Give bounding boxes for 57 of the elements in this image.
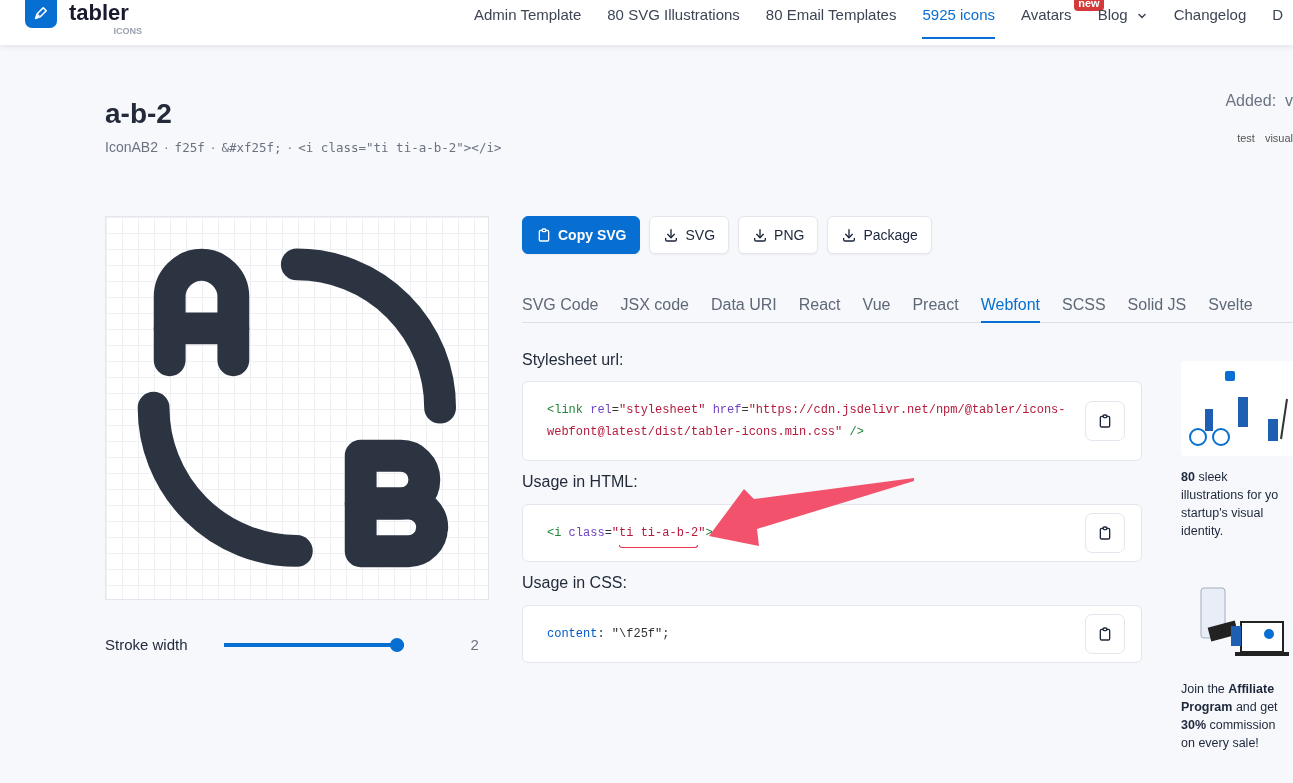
code-format-tab[interactable]: Preact — [912, 296, 959, 323]
clipboard-icon — [536, 227, 552, 243]
logo-text[interactable]: tabler — [69, 0, 129, 26]
action-button[interactable]: Package — [827, 216, 932, 254]
code-snippet: <link rel="stylesheet" href="https://cdn.jsdelivr.net/npm/@tabler/icons-webfont@latest/dist/tabler-icons.min.css" /> — [547, 402, 1067, 441]
action-button[interactable]: PNG — [738, 216, 819, 254]
code-format-tab[interactable]: Webfont — [980, 296, 1040, 323]
stroke-width-label: Stroke width — [105, 636, 188, 653]
code-format-tab[interactable]: Vue — [862, 296, 891, 323]
separator-dot: · — [163, 139, 169, 155]
icon-title: a-b-2 — [105, 97, 173, 131]
stroke-width-value: 2 — [470, 636, 479, 653]
nav-link[interactable]: D — [1272, 6, 1284, 39]
snippet-label: Usage in CSS: — [522, 574, 628, 592]
added-version-text: Added: v — [1225, 92, 1293, 110]
code-format-tab[interactable]: Data URI — [710, 296, 777, 323]
promo-text: 80 sleek illustrations for yo startup's visual identity. — [1181, 469, 1280, 540]
nav-link[interactable]: Admin Template — [474, 6, 582, 39]
logo-subtitle: ICONS — [113, 26, 142, 36]
nav-link[interactable]: Avatars — [1021, 6, 1072, 39]
icon-component-name: IconAB2 — [105, 139, 158, 155]
download-icon — [663, 227, 680, 243]
code-format-tab[interactable]: Solid JS — [1127, 296, 1187, 323]
nav-link[interactable]: 5925 icons — [922, 6, 996, 39]
icon-code-text: f25f — [174, 140, 205, 155]
nav-link[interactable]: 80 SVG Illustrations — [607, 6, 740, 39]
promo-text: Join the Affiliate Program and get 30% commission on every sale! — [1181, 681, 1279, 752]
clipboard-icon — [1097, 413, 1113, 429]
code-snippet: content: "\f25f"; — [547, 626, 670, 643]
nav-link[interactable]: Changelog — [1173, 6, 1247, 39]
code-format-tab[interactable]: SVG Code — [522, 296, 599, 323]
separator-dot: · — [210, 139, 216, 155]
separator-dot: · — [287, 139, 293, 155]
new-badge: new — [1074, 0, 1104, 11]
action-button[interactable]: SVG — [649, 216, 730, 254]
pen-logo-icon[interactable] — [25, 0, 57, 28]
clipboard-icon — [1097, 525, 1113, 541]
code-snippet: <i class="ti ti-a-b-2"> — [547, 525, 713, 542]
illustration-placeholder[interactable] — [1181, 361, 1293, 456]
action-button[interactable]: Copy SVG — [522, 216, 641, 254]
download-icon — [841, 227, 858, 243]
tag-link[interactable]: test — [1237, 132, 1255, 144]
nav-link[interactable]: 80 Email Templates — [765, 6, 897, 39]
code-format-tab[interactable]: React — [798, 296, 841, 323]
snippet-label: Usage in HTML: — [522, 473, 639, 491]
code-format-tab[interactable]: JSX code — [620, 296, 689, 323]
icon-code-text: &#xf25f; — [221, 140, 282, 155]
download-icon — [752, 227, 769, 243]
copy-button[interactable] — [1085, 401, 1125, 441]
code-format-tab[interactable]: SCSS — [1062, 296, 1106, 323]
copy-button[interactable] — [1085, 614, 1125, 654]
copy-button[interactable] — [1085, 513, 1125, 553]
tag-link[interactable]: visual — [1264, 132, 1293, 144]
clipboard-icon — [1097, 626, 1113, 642]
snippet-label: Stylesheet url: — [522, 351, 625, 369]
icon-code-text: <i class="ti ti-a-b-2"></i> — [298, 140, 502, 155]
code-format-tab[interactable]: Svelte — [1208, 296, 1253, 323]
